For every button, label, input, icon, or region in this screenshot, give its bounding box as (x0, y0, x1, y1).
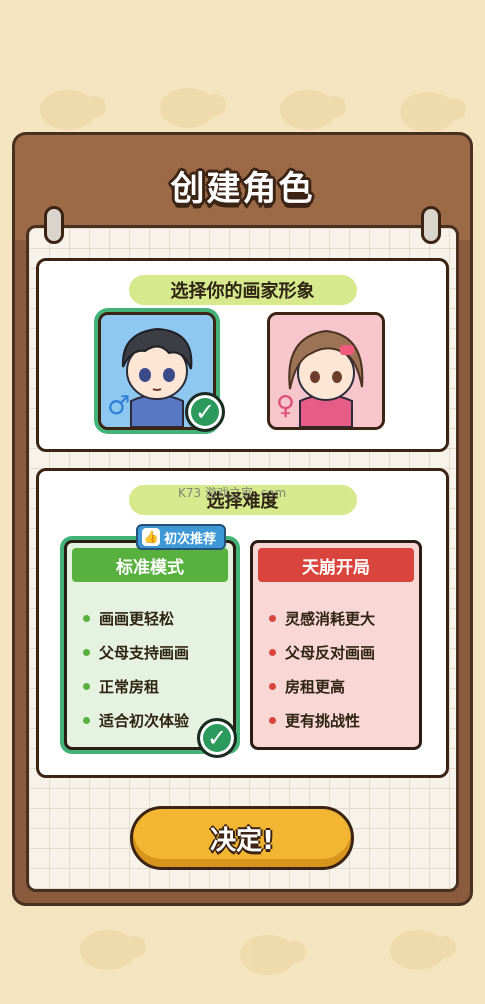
avatar-selected-check-icon: ✓ (185, 392, 225, 432)
avatar-section-label: 选择你的画家形象 (128, 275, 357, 305)
confirm-button[interactable]: 决定! (130, 806, 354, 870)
binder-ring-left (44, 206, 64, 244)
list-item: 灵感消耗更大 (269, 601, 375, 635)
list-item: 房租更高 (269, 669, 375, 703)
thumbs-up-icon: 👍 (142, 528, 160, 546)
hard-mode-option[interactable]: 天崩开局 灵感消耗更大 父母反对画画 房租更高 更有挑战性 (250, 540, 422, 750)
list-item: 父母支持画画 (83, 635, 189, 669)
standard-mode-features: 画画更轻松 父母支持画画 正常房租 适合初次体验 (83, 601, 189, 737)
page-title: 创建角色 (170, 169, 315, 209)
female-avatar-option[interactable]: ♀ (267, 312, 385, 430)
list-item: 适合初次体验 (83, 703, 189, 737)
list-item: 正常房租 (83, 669, 189, 703)
binder-ring-right (421, 206, 441, 244)
list-item: 画画更轻松 (83, 601, 189, 635)
list-item: 更有挑战性 (269, 703, 375, 737)
list-item: 父母反对画画 (269, 635, 375, 669)
hard-mode-title: 天崩开局 (258, 548, 414, 582)
watermark-text: K73 游戏之家 .com (178, 486, 287, 500)
standard-mode-title: 标准模式 (72, 548, 228, 582)
mode-selected-check-icon: ✓ (197, 718, 237, 758)
hard-mode-features: 灵感消耗更大 父母反对画画 房租更高 更有挑战性 (269, 601, 375, 737)
male-symbol-icon: ♂ (107, 391, 131, 421)
first-time-recommend-badge: 👍 初次推荐 (136, 524, 227, 550)
badge-label: 初次推荐 (164, 531, 217, 547)
female-symbol-icon: ♀ (276, 391, 296, 421)
